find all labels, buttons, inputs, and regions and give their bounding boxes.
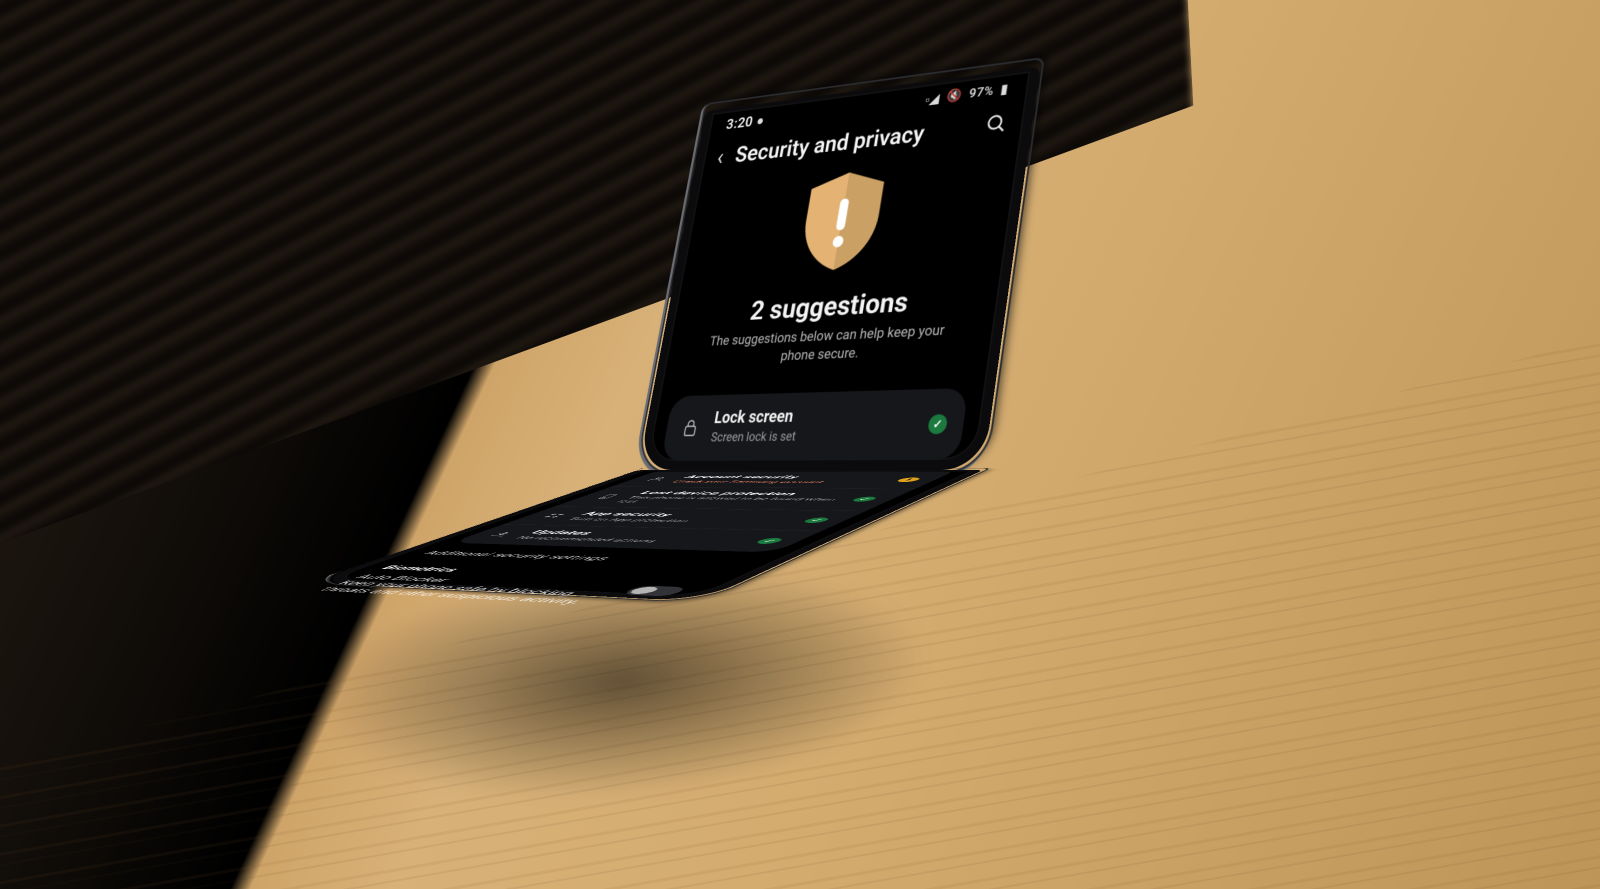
row-title: App security — [577, 511, 803, 520]
status-ok-icon — [800, 518, 832, 524]
status-ok-icon — [849, 497, 879, 502]
shield-warning-icon — [788, 256, 880, 281]
row-subtitle: Screen lock is set — [710, 428, 914, 446]
row-title: Updates — [526, 529, 757, 540]
security-card-top: Lock screen Screen lock is set — [661, 388, 969, 461]
row-subtitle: This phone is allowed to be found when l… — [613, 496, 843, 506]
status-ok-icon — [927, 414, 948, 434]
row-title: Lost device protection — [636, 490, 856, 497]
signal-icon: ▫◢ — [924, 90, 941, 107]
status-ok-icon — [753, 538, 786, 544]
row-subtitle: Check your Samsung account — [668, 480, 882, 485]
search-button[interactable] — [983, 111, 1008, 140]
section-biometrics[interactable]: Biometrics — [366, 559, 731, 586]
battery-icon: ▮ — [1000, 82, 1009, 97]
status-warn-icon — [894, 478, 923, 483]
row-title: Lock screen — [713, 405, 917, 428]
suggestion-count: 2 suggestions — [693, 282, 975, 330]
account-icon — [641, 477, 674, 482]
lock-icon — [679, 418, 703, 438]
security-hero: 2 suggestions The suggestions below can … — [675, 147, 1003, 385]
battery-text: 97% — [968, 84, 995, 101]
row-lock-screen[interactable]: Lock screen Screen lock is set — [661, 388, 969, 461]
status-time: 3:20 — [725, 112, 765, 133]
update-icon — [484, 531, 521, 537]
apps-icon — [536, 513, 572, 519]
status-icons: ▫◢ 🔇 97% ▮ — [924, 81, 1009, 107]
back-button[interactable]: ‹ — [715, 145, 726, 169]
photo-scene: 3:20 ▫◢ 🔇 97% ▮ ‹ Security and privacy — [0, 0, 1600, 889]
volume-icon: 🔇 — [945, 88, 963, 104]
auto-blocker-toggle[interactable] — [620, 585, 689, 596]
phone-locate-icon — [590, 494, 624, 499]
